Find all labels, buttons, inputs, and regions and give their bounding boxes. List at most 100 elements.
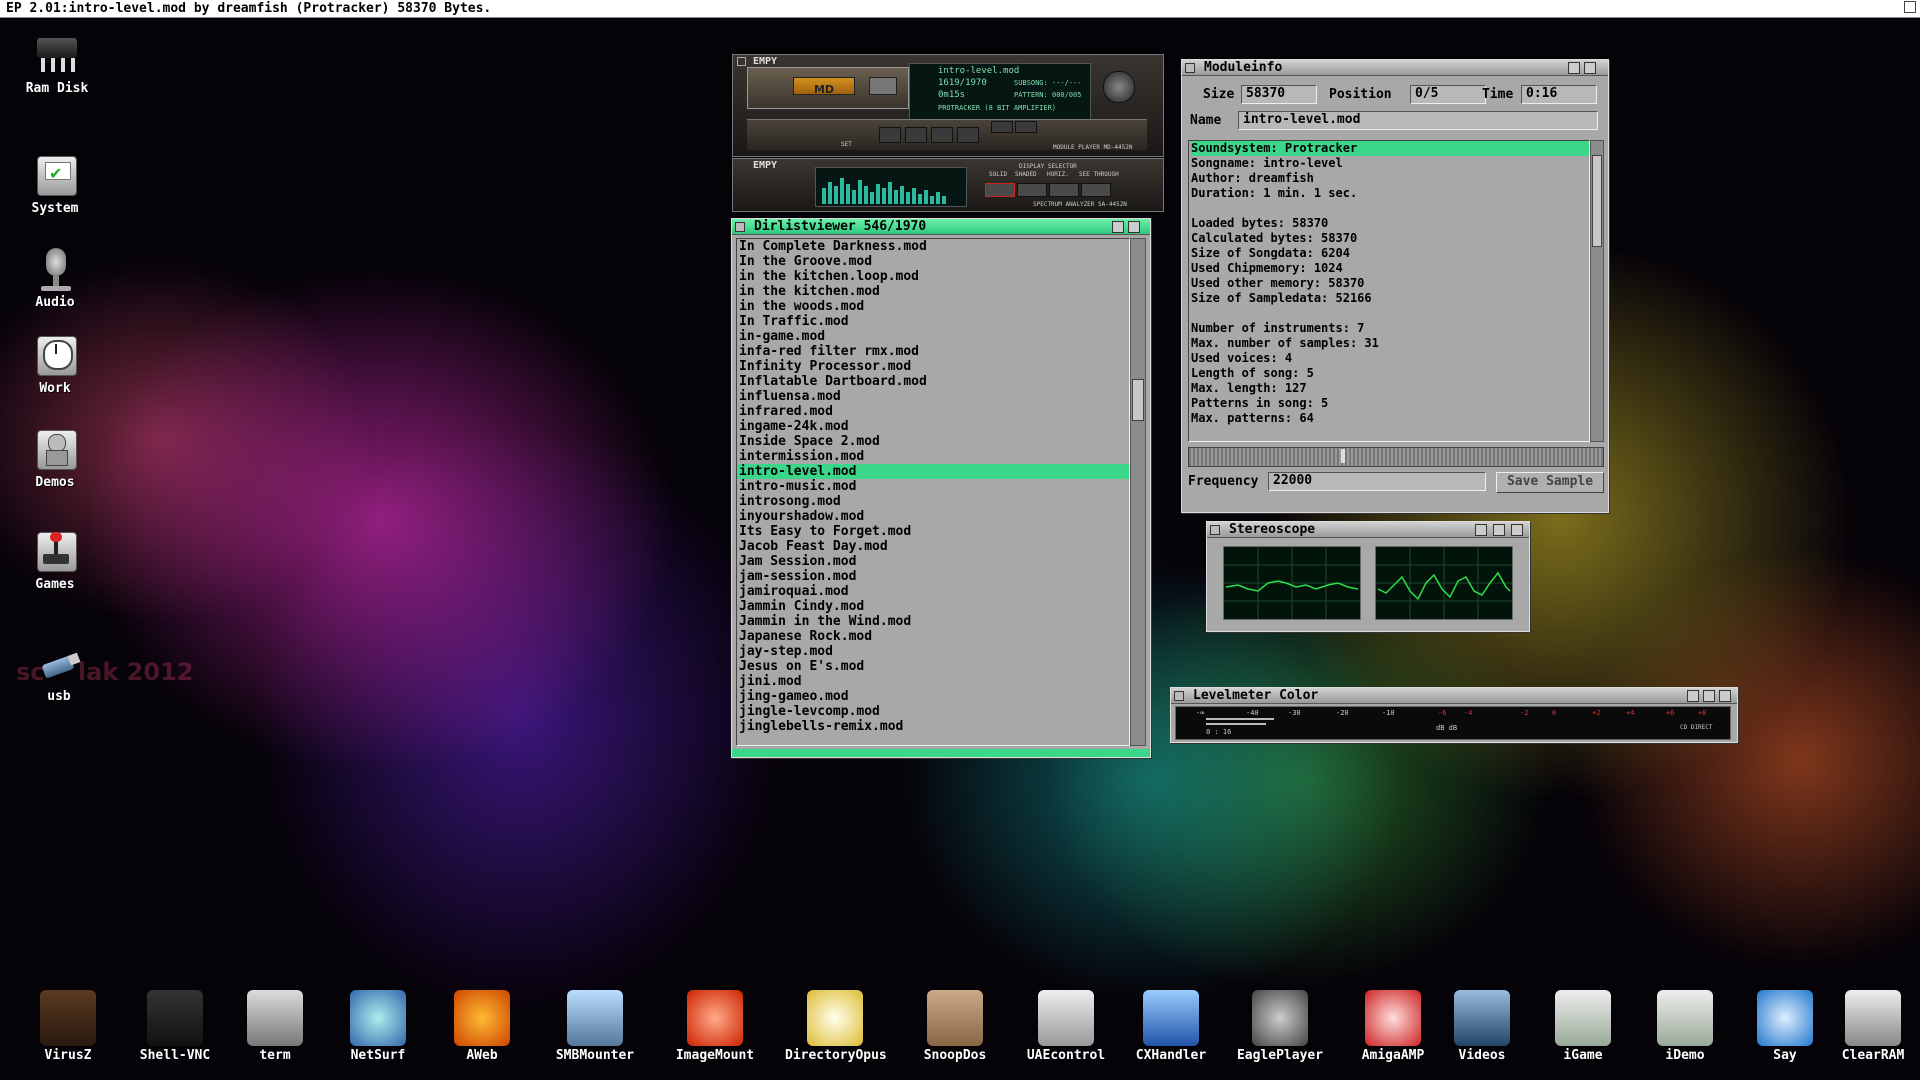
desktop-icon-work[interactable]: Work bbox=[10, 332, 100, 396]
depth-gadget[interactable] bbox=[1128, 221, 1140, 233]
desktop-icon-audio[interactable]: Audio bbox=[10, 246, 100, 310]
save-sample-button[interactable]: Save Sample bbox=[1496, 472, 1604, 493]
list-item[interactable]: Japanese Rock.mod bbox=[737, 629, 1129, 644]
close-gadget[interactable] bbox=[1210, 525, 1220, 535]
zoom-gadget[interactable] bbox=[1568, 62, 1580, 74]
sample-scroller-knob[interactable] bbox=[1341, 449, 1345, 463]
list-item[interactable]: Inflatable Dartboard.mod bbox=[737, 374, 1129, 389]
desktop-icon-demos[interactable]: Demos bbox=[10, 426, 100, 490]
dock-item-igame[interactable]: iGame bbox=[1533, 990, 1633, 1063]
record-button[interactable] bbox=[957, 127, 979, 143]
depth-gadget[interactable] bbox=[1584, 62, 1596, 74]
size-gadget[interactable] bbox=[1493, 524, 1505, 536]
list-item[interactable]: Its Easy to Forget.mod bbox=[737, 524, 1129, 539]
dock-item-shell-vnc[interactable]: Shell-VNC bbox=[125, 990, 225, 1063]
mode-button-horiz[interactable] bbox=[1049, 183, 1079, 197]
stop-button[interactable] bbox=[879, 127, 901, 143]
list-item[interactable]: Infinity Processor.mod bbox=[737, 359, 1129, 374]
list-item[interactable]: inyourshadow.mod bbox=[737, 509, 1129, 524]
list-item[interactable]: Jesus on E's.mod bbox=[737, 659, 1129, 674]
dock-item-clearram[interactable]: ClearRAM bbox=[1823, 990, 1920, 1063]
info-listview[interactable]: Soundsystem: Protracker Songname: intro-l… bbox=[1188, 140, 1590, 442]
dock-item-videos[interactable]: Videos bbox=[1432, 990, 1532, 1063]
scrollbar-knob[interactable] bbox=[1592, 155, 1602, 247]
close-gadget[interactable] bbox=[1185, 63, 1195, 73]
dock-item-smbmounter[interactable]: SMBMounter bbox=[545, 990, 645, 1063]
mode-button-solid[interactable] bbox=[985, 183, 1015, 197]
sample-scroller[interactable] bbox=[1188, 447, 1604, 467]
zoom-gadget[interactable] bbox=[1112, 221, 1124, 233]
desktop-icon-system[interactable]: ✔ System bbox=[10, 152, 100, 216]
list-item[interactable]: introsong.mod bbox=[737, 494, 1129, 509]
list-item[interactable]: ingame-24k.mod bbox=[737, 419, 1129, 434]
list-item[interactable]: jini.mod bbox=[737, 674, 1129, 689]
list-item-selected[interactable]: intro-level.mod bbox=[737, 464, 1129, 479]
dock-item-snoopdos[interactable]: SnoopDos bbox=[905, 990, 1005, 1063]
mode-solid[interactable]: SOLID bbox=[989, 171, 1007, 178]
dock-item-eagleplayer[interactable]: EaglePlayer bbox=[1230, 990, 1330, 1063]
zoom-gadget[interactable] bbox=[1475, 524, 1487, 536]
list-item[interactable]: jinglebells-remix.mod bbox=[737, 719, 1129, 734]
dirlist-title-bar[interactable]: Dirlistviewer 546/1970 bbox=[732, 219, 1150, 235]
dock-item-netsurf[interactable]: NetSurf bbox=[328, 990, 428, 1063]
dock-item-amigaamp[interactable]: AmigaAMP bbox=[1343, 990, 1443, 1063]
zoom-gadget[interactable] bbox=[1687, 690, 1699, 702]
mode-button-see-through[interactable] bbox=[1081, 183, 1111, 197]
desktop-icon-usb[interactable]: usb bbox=[14, 650, 104, 704]
depth-gadget[interactable] bbox=[1511, 524, 1523, 536]
volume-knob[interactable] bbox=[1103, 71, 1135, 103]
dock-item-imagemount[interactable]: ImageMount bbox=[665, 990, 765, 1063]
list-item[interactable]: in the kitchen.loop.mod bbox=[737, 269, 1129, 284]
list-item[interactable]: intro-music.mod bbox=[737, 479, 1129, 494]
dock-item-directoryopus[interactable]: DirectoryOpus bbox=[785, 990, 887, 1063]
list-item[interactable]: Jacob Feast Day.mod bbox=[737, 539, 1129, 554]
dock-item-idemo[interactable]: iDemo bbox=[1635, 990, 1735, 1063]
levelmeter-title-bar[interactable]: Levelmeter Color bbox=[1171, 688, 1737, 704]
pause-button[interactable] bbox=[905, 127, 927, 143]
dock-item-say[interactable]: Say bbox=[1735, 990, 1835, 1063]
eject-button[interactable] bbox=[869, 77, 897, 95]
list-item[interactable]: Jammin Cindy.mod bbox=[737, 599, 1129, 614]
list-item[interactable]: jingle-levcomp.mod bbox=[737, 704, 1129, 719]
list-item[interactable]: in-game.mod bbox=[737, 329, 1129, 344]
list-item[interactable]: jamiroquai.mod bbox=[737, 584, 1129, 599]
list-item[interactable]: intermission.mod bbox=[737, 449, 1129, 464]
depth-gadget[interactable] bbox=[1719, 690, 1731, 702]
desktop-icon-ram-disk[interactable]: Ram Disk bbox=[12, 32, 102, 96]
list-item[interactable]: In Traffic.mod bbox=[737, 314, 1129, 329]
dirlist-listview[interactable]: In Complete Darkness.mod In the Groove.mo… bbox=[736, 238, 1130, 746]
list-item[interactable]: infrared.mod bbox=[737, 404, 1129, 419]
scrollbar-knob[interactable] bbox=[1132, 379, 1144, 421]
player-close-gadget[interactable] bbox=[737, 57, 746, 66]
list-item[interactable]: in the woods.mod bbox=[737, 299, 1129, 314]
close-gadget[interactable] bbox=[735, 222, 745, 232]
prev-button[interactable] bbox=[991, 121, 1013, 133]
list-item[interactable]: Inside Space 2.mod bbox=[737, 434, 1129, 449]
dock-item-cxhandler[interactable]: CXHandler bbox=[1121, 990, 1221, 1063]
list-item[interactable]: Jammin in the Wind.mod bbox=[737, 614, 1129, 629]
list-item[interactable]: jam-session.mod bbox=[737, 569, 1129, 584]
info-scrollbar[interactable] bbox=[1590, 140, 1604, 442]
mode-horiz[interactable]: HORIZ. bbox=[1047, 171, 1069, 178]
list-item[interactable]: In the Groove.mod bbox=[737, 254, 1129, 269]
list-item[interactable]: jay-step.mod bbox=[737, 644, 1129, 659]
list-item[interactable]: In Complete Darkness.mod bbox=[737, 239, 1129, 254]
stereoscope-title-bar[interactable]: Stereoscope bbox=[1207, 522, 1529, 538]
dock-item-uaecontrol[interactable]: UAEcontrol bbox=[1016, 990, 1116, 1063]
dock-item-virusz[interactable]: VirusZ bbox=[18, 990, 118, 1063]
next-button[interactable] bbox=[1015, 121, 1037, 133]
desktop-icon-games[interactable]: Games bbox=[10, 528, 100, 592]
screen-depth-gadget[interactable] bbox=[1904, 1, 1916, 13]
size-gadget[interactable] bbox=[1703, 690, 1715, 702]
dirlist-scrollbar[interactable] bbox=[1130, 238, 1146, 746]
list-item[interactable]: Jam Session.mod bbox=[737, 554, 1129, 569]
mode-button-shaded[interactable] bbox=[1017, 183, 1047, 197]
mode-shaded[interactable]: SHADED bbox=[1015, 171, 1037, 178]
md-button[interactable]: MD bbox=[793, 77, 855, 96]
dock-item-aweb[interactable]: AWeb bbox=[432, 990, 532, 1063]
moduleinfo-title-bar[interactable]: Moduleinfo bbox=[1182, 60, 1608, 76]
list-item[interactable]: infa-red filter rmx.mod bbox=[737, 344, 1129, 359]
mode-see-through[interactable]: SEE THROUGH bbox=[1079, 171, 1119, 178]
list-item[interactable]: jing-gameo.mod bbox=[737, 689, 1129, 704]
list-item[interactable]: in the kitchen.mod bbox=[737, 284, 1129, 299]
